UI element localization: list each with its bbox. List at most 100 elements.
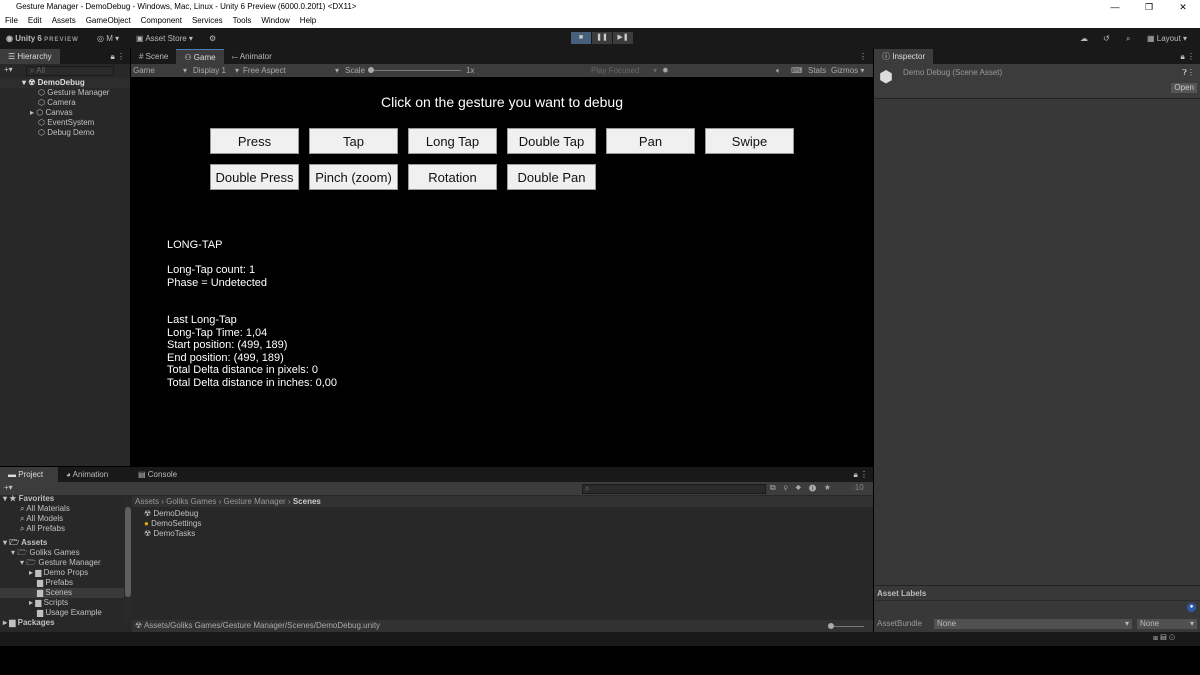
bug-icon[interactable]: ✹: [662, 64, 669, 77]
keyboard-icon[interactable]: ⌨: [791, 64, 803, 77]
scale-slider[interactable]: [369, 70, 461, 71]
hierarchy-search-input[interactable]: ⌕ All: [26, 66, 114, 76]
tab-project[interactable]: ▬ Project: [0, 467, 58, 482]
folder-item[interactable]: ▾ 🗁︎ Goliks Games: [0, 548, 124, 558]
label-tag-icon[interactable]: ●: [1187, 603, 1196, 612]
menu-edit[interactable]: Edit: [28, 14, 42, 28]
tab-hierarchy[interactable]: ☰ Hierarchy: [0, 49, 60, 64]
project-add-button[interactable]: +▾: [4, 483, 13, 492]
variant-dropdown[interactable]: None ▾: [1137, 619, 1197, 629]
tab-game[interactable]: ⚇ Game: [176, 49, 224, 64]
menu-window[interactable]: Window: [261, 14, 289, 28]
play-mode-dropdown[interactable]: Play Focused ▾: [591, 64, 657, 77]
breadcrumb-item[interactable]: Assets: [135, 497, 159, 506]
maximize-button[interactable]: ❐: [1132, 0, 1166, 14]
menu-services[interactable]: Services: [192, 14, 223, 28]
hierarchy-item[interactable]: ⬡ Gesture Manager: [0, 88, 130, 98]
variant-value: None: [1140, 619, 1160, 628]
more-icon[interactable]: ⋮: [859, 49, 873, 64]
scale-slider-handle[interactable]: [368, 67, 374, 73]
asset-bundle-dropdown[interactable]: None ▾: [934, 619, 1132, 629]
display-dropdown[interactable]: Display 1 ▾: [193, 64, 239, 77]
hierarchy-panel: ☰ Hierarchy 🔒︎ ⋮ +▾ ⌕ All ▾ ☢ DemoDebug ⬡…: [0, 49, 130, 466]
packages-folder[interactable]: ▸ ▆ Packages: [0, 618, 124, 628]
stats-button[interactable]: Stats: [808, 64, 826, 77]
folder-item[interactable]: ▆ Prefabs: [0, 578, 124, 588]
stop-button[interactable]: ■: [571, 32, 591, 44]
asset-store-dropdown[interactable]: ▣ Asset Store ▾: [136, 28, 193, 49]
menu-component[interactable]: Component: [141, 14, 182, 28]
account-dropdown[interactable]: ◎ M ▾: [97, 28, 119, 49]
hierarchy-item[interactable]: ⬡ Camera: [0, 98, 130, 108]
menu-gameobject[interactable]: GameObject: [86, 14, 131, 28]
cloud-settings-icon[interactable]: ⚙: [209, 28, 216, 49]
press-button[interactable]: Press: [210, 128, 299, 154]
audio-icon[interactable]: 🔈︎: [776, 64, 781, 77]
pause-button[interactable]: ❚❚: [592, 32, 612, 44]
add-button[interactable]: +▾: [4, 65, 13, 74]
tab-console[interactable]: ▤ Console: [130, 467, 185, 482]
layout-dropdown[interactable]: ▦ Layout ▾: [1147, 28, 1187, 49]
file-item[interactable]: ☢ DemoTasks: [144, 529, 201, 539]
search-icon[interactable]: ⌕: [1126, 28, 1130, 49]
file-item[interactable]: ● DemoSettings: [144, 519, 201, 529]
tab-animation[interactable]: ◕ Animation: [58, 467, 130, 482]
tab-inspector[interactable]: ⓘ Inspector: [874, 49, 934, 64]
tab-scene[interactable]: # Scene: [131, 49, 176, 64]
icon-size-slider-handle[interactable]: [828, 623, 834, 629]
breadcrumb-item[interactable]: Gesture Manager: [223, 497, 285, 506]
menu-help[interactable]: Help: [300, 14, 316, 28]
breadcrumb-item[interactable]: Scenes: [293, 497, 321, 506]
favorites-folder[interactable]: ▾ ★ Favorites: [0, 494, 124, 504]
hierarchy-item[interactable]: ▸ ⬡ Canvas: [0, 108, 130, 118]
file-item[interactable]: ☢ DemoDebug: [144, 509, 201, 519]
hierarchy-item[interactable]: ⬡ Debug Demo: [0, 128, 130, 138]
pan-button[interactable]: Pan: [606, 128, 695, 154]
step-button[interactable]: ▶❚: [613, 32, 633, 44]
pinch-button[interactable]: Pinch (zoom): [309, 164, 398, 190]
aspect-dropdown[interactable]: Free Aspect ▾: [243, 64, 339, 77]
history-icon[interactable]: ↺: [1103, 28, 1110, 49]
inspector-lock-icon[interactable]: 🔒︎ ⋮: [1181, 49, 1200, 64]
project-search-input[interactable]: ⌕: [582, 484, 766, 494]
item-label: Goliks Games: [29, 548, 80, 557]
help-icon[interactable]: ❓︎⋮: [1182, 68, 1195, 78]
asset-labels-section: Asset Labels ● AssetBundle None ▾ None ▾: [874, 585, 1200, 632]
swipe-button[interactable]: Swipe: [705, 128, 794, 154]
double-pan-button[interactable]: Double Pan: [507, 164, 596, 190]
breadcrumb-item[interactable]: Goliks Games: [166, 497, 216, 506]
tap-button[interactable]: Tap: [309, 128, 398, 154]
view-dropdown[interactable]: Game ▾: [133, 64, 187, 77]
close-button[interactable]: ✕: [1166, 0, 1200, 14]
folder-item[interactable]: ▾ 🗁︎ Gesture Manager: [0, 558, 124, 568]
folder-item[interactable]: ▆ Usage Example: [0, 608, 124, 618]
lock-icon[interactable]: 🔒︎ ⋮: [111, 49, 130, 64]
double-tap-button[interactable]: Double Tap: [507, 128, 596, 154]
assets-folder[interactable]: ▾ 🗁︎ Assets: [0, 538, 124, 548]
search-filter-icons[interactable]: ⧉⚲⬥❶★: [770, 483, 839, 493]
scene-root[interactable]: ▾ ☢ DemoDebug: [0, 78, 130, 88]
cloud-icon[interactable]: ☁: [1080, 28, 1088, 49]
folder-item[interactable]: ▸ ▆ Scripts: [0, 598, 124, 608]
double-press-button[interactable]: Double Press: [210, 164, 299, 190]
gizmos-dropdown[interactable]: Gizmos ▾: [831, 64, 864, 77]
folder-item-selected[interactable]: ▆ Scenes: [0, 588, 124, 598]
folder-item[interactable]: ▸ ▆ Demo Props: [0, 568, 124, 578]
minimize-button[interactable]: —: [1098, 0, 1132, 14]
tab-animator[interactable]: ⤚ Animator: [224, 49, 280, 64]
menu-file[interactable]: File: [5, 14, 18, 28]
rotation-button[interactable]: Rotation: [408, 164, 497, 190]
hierarchy-item[interactable]: ⬡ EventSystem: [0, 118, 130, 128]
favorite-item[interactable]: ⌕ All Materials: [0, 504, 124, 514]
favorite-item[interactable]: ⌕ All Prefabs: [0, 524, 124, 534]
favorite-item[interactable]: ⌕ All Models: [0, 514, 124, 524]
long-tap-button[interactable]: Long Tap: [408, 128, 497, 154]
status-icons[interactable]: ⧆ ▤ ⊙: [1153, 633, 1175, 643]
unity-brand[interactable]: ◉ Unity 6 PREVIEW: [6, 28, 79, 51]
menu-assets[interactable]: Assets: [52, 14, 76, 28]
open-button[interactable]: Open: [1171, 83, 1197, 93]
project-lock-icon[interactable]: 🔒︎ ⋮: [854, 467, 873, 482]
menu-tools[interactable]: Tools: [233, 14, 252, 28]
tree-scrollbar[interactable]: [125, 499, 131, 623]
item-label: Gesture Manager: [47, 88, 110, 97]
